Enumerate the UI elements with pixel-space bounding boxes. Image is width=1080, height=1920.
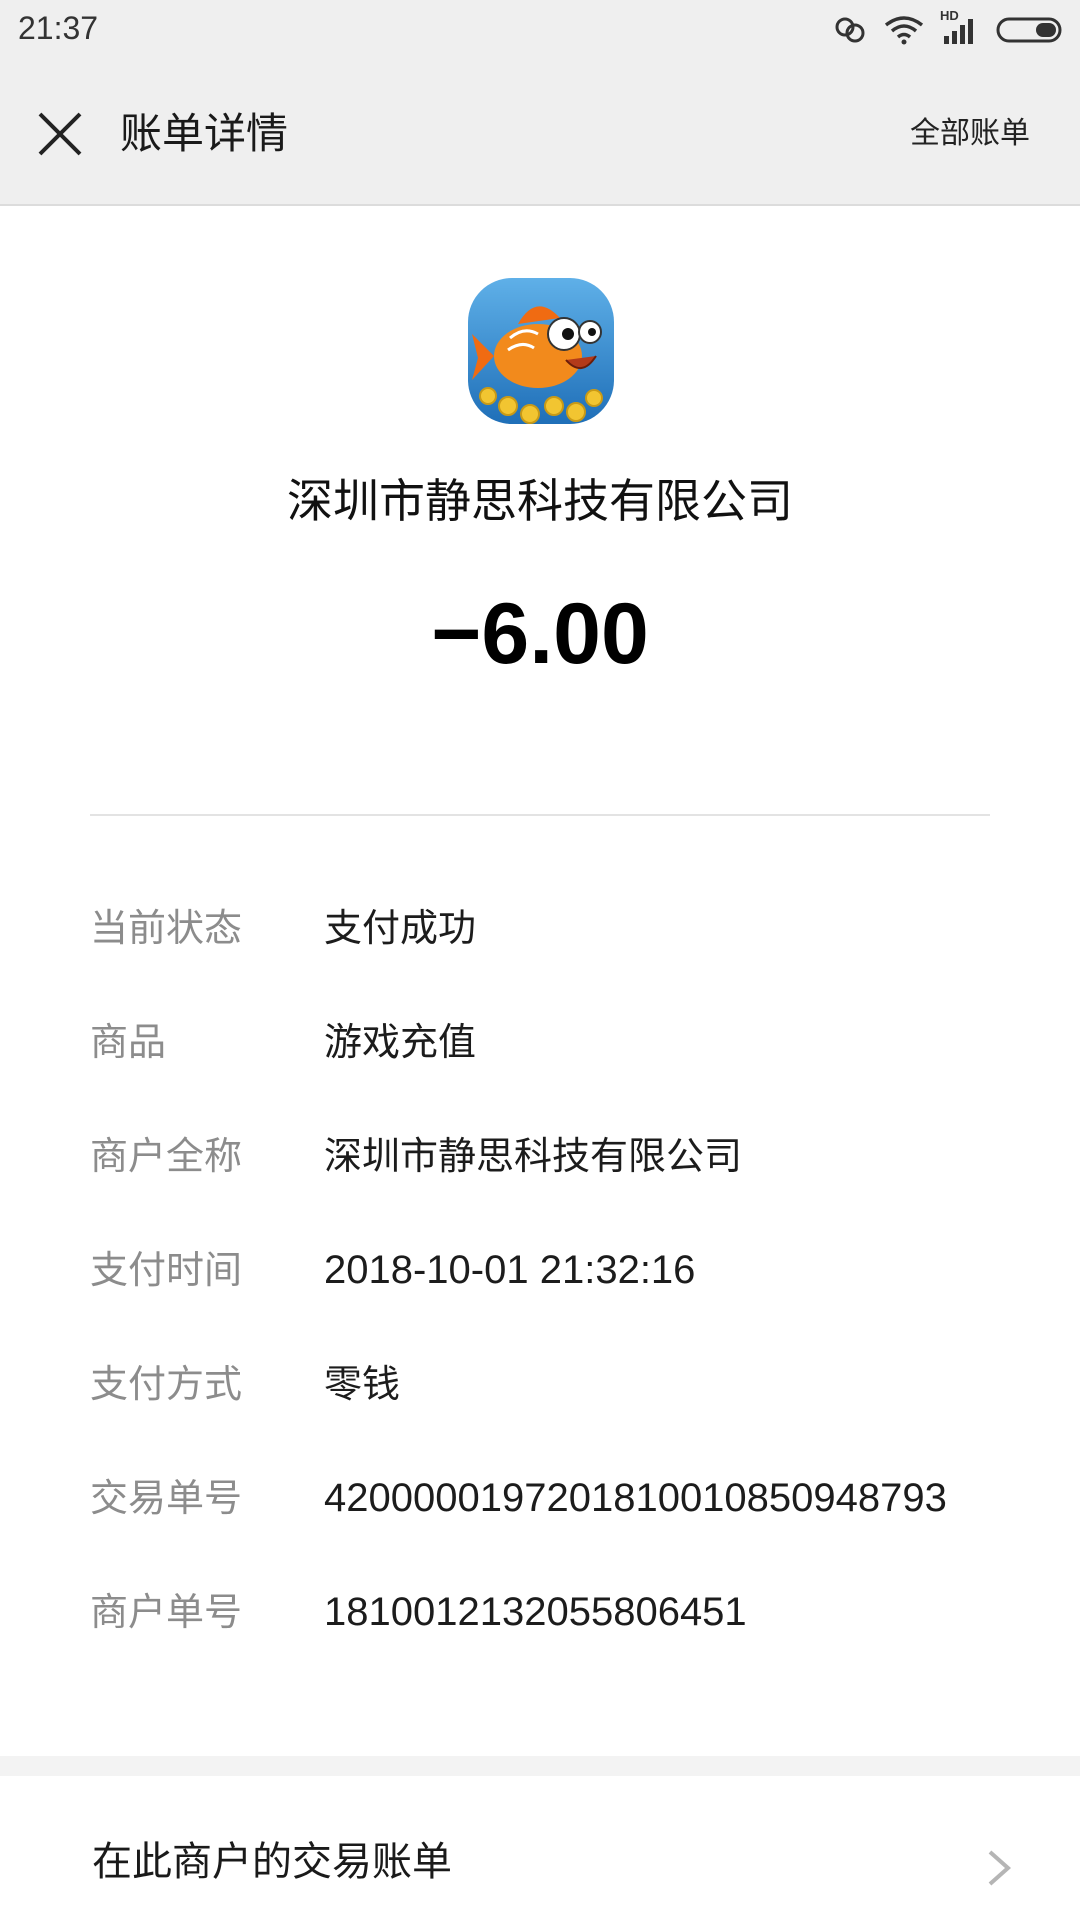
- detail-row-merchant-order-id: 商户单号 1810012132055806451: [90, 1564, 1010, 1678]
- detail-row-product: 商品 游戏充值: [90, 994, 1010, 1108]
- detail-row-transaction-id: 交易单号 4200000197201810010850948793: [90, 1450, 1010, 1564]
- nav-bar: 账单详情 全部账单: [0, 64, 1080, 206]
- close-button[interactable]: [30, 104, 90, 164]
- detail-label: 商品: [90, 1020, 167, 1064]
- detail-row-status: 当前状态 支付成功: [90, 880, 1010, 994]
- detail-value: 4200000197201810010850948793: [324, 1476, 947, 1520]
- signal-icon: HD: [940, 8, 980, 50]
- status-time: 21:37: [18, 10, 99, 46]
- detail-label: 支付时间: [90, 1248, 243, 1292]
- loop-icon: [832, 15, 868, 49]
- page-title: 账单详情: [120, 109, 289, 158]
- detail-value: 1810012132055806451: [324, 1590, 747, 1634]
- detail-label: 当前状态: [90, 906, 243, 950]
- section-separator: [0, 1756, 1080, 1776]
- detail-label: 商户全称: [90, 1134, 243, 1178]
- payment-amount: −6.00: [431, 586, 649, 682]
- status-bar: 21:37 HD: [0, 0, 1080, 64]
- detail-value: 零钱: [324, 1362, 401, 1406]
- battery-icon: [996, 16, 1066, 48]
- merchant-transactions-link[interactable]: 在此商户的交易账单: [0, 1776, 1080, 1920]
- detail-label: 支付方式: [90, 1362, 243, 1406]
- wifi-icon: [884, 15, 924, 49]
- divider: [90, 814, 990, 816]
- detail-row-method: 支付方式 零钱: [90, 1336, 1010, 1450]
- detail-value: 支付成功: [324, 906, 477, 950]
- network-type-label: HD: [940, 8, 959, 23]
- bill-details: 当前状态 支付成功 商品 游戏充值 商户全称 深圳市静思科技有限公司 支付时间 …: [90, 880, 1010, 1678]
- detail-label: 交易单号: [90, 1476, 243, 1520]
- detail-value: 深圳市静思科技有限公司: [324, 1134, 743, 1178]
- detail-row-time: 支付时间 2018-10-01 21:32:16: [90, 1222, 1010, 1336]
- detail-row-merchant: 商户全称 深圳市静思科技有限公司: [90, 1108, 1010, 1222]
- merchant-logo: [468, 278, 614, 424]
- close-icon: [38, 112, 82, 156]
- chevron-right-icon: [988, 1850, 1012, 1886]
- detail-value: 游戏充值: [324, 1020, 477, 1064]
- detail-value: 2018-10-01 21:32:16: [324, 1248, 696, 1292]
- merchant-name: 深圳市静思科技有限公司: [287, 474, 793, 528]
- merchant-transactions-label: 在此商户的交易账单: [92, 1839, 452, 1885]
- detail-label: 商户单号: [90, 1590, 243, 1634]
- status-icons: HD: [832, 8, 1066, 52]
- all-bills-link[interactable]: 全部账单: [910, 112, 1030, 156]
